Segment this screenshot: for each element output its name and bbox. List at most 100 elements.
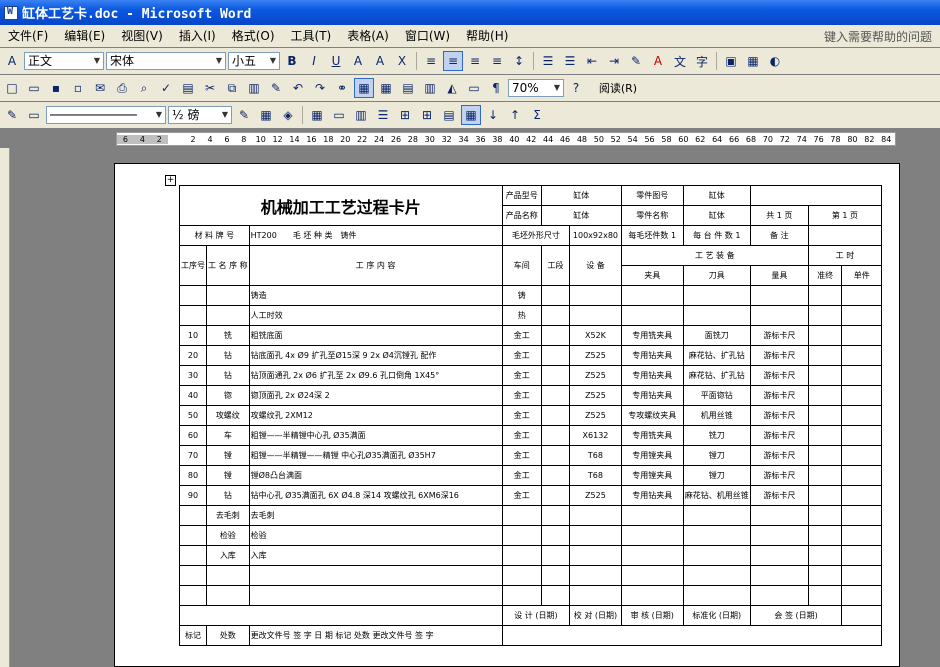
cell-section[interactable] — [540, 545, 571, 566]
cell-prep[interactable] — [807, 445, 843, 466]
cell-fixture[interactable] — [620, 285, 684, 306]
insert-table-icon[interactable]: ▦ — [376, 78, 396, 98]
cell-equipment[interactable]: X52K — [569, 325, 622, 346]
cell-gauge[interactable] — [749, 585, 809, 606]
cell-proc-no[interactable]: 30 — [179, 365, 207, 386]
cell-proc-name[interactable]: 镗 — [206, 465, 250, 486]
cell-unit-time[interactable] — [841, 505, 882, 526]
cell-unit-time[interactable] — [841, 585, 882, 606]
image-icon[interactable]: ▦ — [743, 51, 763, 71]
numbering-icon[interactable]: ☰ — [538, 51, 558, 71]
distribute-cols-icon[interactable]: ⊞ — [417, 105, 437, 125]
cell-equipment[interactable]: Z525 — [569, 365, 622, 386]
bold-icon[interactable]: B — [282, 51, 302, 71]
cell-section[interactable] — [540, 345, 571, 366]
product-model[interactable]: 缸体 — [540, 185, 622, 206]
cell-workshop[interactable]: 热 — [501, 305, 542, 326]
cell-unit-time[interactable] — [841, 365, 882, 386]
menu-window[interactable]: 窗口(W) — [397, 26, 458, 46]
horizontal-ruler[interactable]: 6 4 2 2 4 6 8 10 12 14 16 18 20 22 24 26 28 30 32 34 36 38 40 4… — [116, 132, 896, 146]
cell-equipment[interactable] — [569, 545, 622, 566]
cell-unit-time[interactable] — [841, 405, 882, 426]
menu-view[interactable]: 视图(V) — [113, 26, 171, 46]
cell-prep[interactable] — [807, 425, 843, 446]
cell-fixture[interactable]: 专用铣夹具 — [620, 325, 684, 346]
contrast-icon[interactable]: ◐ — [765, 51, 785, 71]
merge-cells-icon[interactable]: ▭ — [329, 105, 349, 125]
cell-fixture[interactable]: 专用镗夹具 — [620, 445, 684, 466]
cell-tool[interactable]: 麻花钻、机用丝锥 — [682, 485, 751, 506]
cell-gauge[interactable]: 游标卡尺 — [749, 465, 809, 486]
cell-equipment[interactable]: T68 — [569, 465, 622, 486]
cell-workshop[interactable]: 金工 — [501, 325, 542, 346]
cell-proc-no[interactable]: 80 — [179, 465, 207, 486]
cell-fixture[interactable] — [620, 565, 684, 586]
cell-section[interactable] — [540, 505, 571, 526]
cell-proc-name[interactable]: 锪 — [206, 385, 250, 406]
cell-section[interactable] — [540, 445, 571, 466]
cell-fixture[interactable]: 专用钻夹具 — [620, 365, 684, 386]
cell-content[interactable]: 入库 — [248, 545, 503, 566]
menu-edit[interactable]: 编辑(E) — [56, 26, 113, 46]
cell-prep[interactable] — [807, 405, 843, 426]
phonetic-icon[interactable]: 文 — [670, 51, 690, 71]
permission-icon[interactable]: ▫ — [68, 78, 88, 98]
new-document-icon[interactable]: □ — [2, 78, 22, 98]
cell-unit-time[interactable] — [841, 345, 882, 366]
autosum-icon[interactable]: Σ — [527, 105, 547, 125]
align-cell-icon[interactable]: ☰ — [373, 105, 393, 125]
cell-workshop[interactable]: 金工 — [501, 485, 542, 506]
cell-proc-name[interactable] — [206, 565, 250, 586]
cell-tool[interactable] — [682, 285, 751, 306]
cell-content[interactable]: 粗镗——半精镗中心孔 Ø35满面 — [248, 425, 503, 446]
cell-content[interactable]: 锪顶面孔 2x Ø24深 2 — [248, 385, 503, 406]
cut-icon[interactable]: ✂ — [200, 78, 220, 98]
cell-equipment[interactable] — [569, 305, 622, 326]
print-icon[interactable]: ⎙ — [112, 78, 132, 98]
cell-content[interactable]: 检验 — [248, 525, 503, 546]
cell-proc-name[interactable]: 钻 — [206, 345, 250, 366]
cell-fixture[interactable]: 专用钻夹具 — [620, 485, 684, 506]
scale-icon[interactable]: X — [392, 51, 412, 71]
menu-file[interactable]: 文件(F) — [0, 26, 56, 46]
cell-gauge[interactable]: 游标卡尺 — [749, 365, 809, 386]
product-name[interactable]: 缸体 — [540, 205, 622, 226]
read-mode-button[interactable]: 阅读(R) — [588, 78, 648, 98]
cell-workshop[interactable]: 金工 — [501, 385, 542, 406]
cell-prep[interactable] — [807, 285, 843, 306]
cell-unit-time[interactable] — [841, 565, 882, 586]
research-icon[interactable]: ▤ — [178, 78, 198, 98]
cell-proc-no[interactable] — [179, 545, 207, 566]
bullets-icon[interactable]: ☰ — [560, 51, 580, 71]
cell-equipment[interactable]: T68 — [569, 445, 622, 466]
menu-format[interactable]: 格式(O) — [224, 26, 283, 46]
cell-unit-time[interactable] — [841, 385, 882, 406]
hyperlink-icon[interactable]: ⚭ — [332, 78, 352, 98]
cell-tool[interactable] — [682, 585, 751, 606]
highlight-icon[interactable]: ✎ — [626, 51, 646, 71]
zoom-select[interactable]: 70% ▼ — [508, 79, 564, 97]
cell-workshop[interactable] — [501, 505, 542, 526]
cell-section[interactable] — [540, 405, 571, 426]
char-border-icon[interactable]: A — [348, 51, 368, 71]
cell-gauge[interactable]: 游标卡尺 — [749, 325, 809, 346]
cell-proc-name[interactable]: 钻 — [206, 365, 250, 386]
cell-content[interactable] — [248, 565, 503, 586]
cell-section[interactable] — [540, 425, 571, 446]
table-move-handle-icon[interactable]: + — [165, 175, 176, 186]
cell-equipment[interactable] — [569, 285, 622, 306]
menu-table[interactable]: 表格(A) — [339, 26, 397, 46]
draw-table-icon[interactable]: ✎ — [2, 105, 22, 125]
cell-tool[interactable]: 铣刀 — [682, 425, 751, 446]
columns-icon[interactable]: ▥ — [420, 78, 440, 98]
cell-prep[interactable] — [807, 485, 843, 506]
cell-prep[interactable] — [807, 465, 843, 486]
picture-icon[interactable]: ▣ — [721, 51, 741, 71]
cell-tool[interactable] — [682, 565, 751, 586]
cell-gauge[interactable] — [749, 525, 809, 546]
cell-equipment[interactable] — [569, 505, 622, 526]
cell-gauge[interactable] — [749, 565, 809, 586]
menu-tools[interactable]: 工具(T) — [283, 26, 340, 46]
cell-workshop[interactable]: 金工 — [501, 445, 542, 466]
paste-icon[interactable]: ▥ — [244, 78, 264, 98]
